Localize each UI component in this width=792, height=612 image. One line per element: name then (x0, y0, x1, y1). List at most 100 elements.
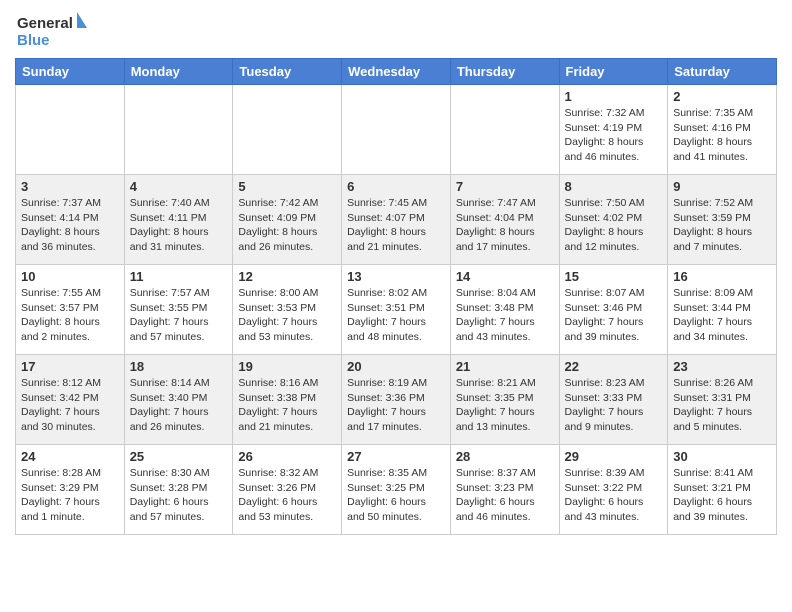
day-info: Sunrise: 7:50 AM Sunset: 4:02 PM Dayligh… (565, 196, 663, 255)
day-info: Sunrise: 7:45 AM Sunset: 4:07 PM Dayligh… (347, 196, 445, 255)
calendar-cell: 23 Sunrise: 8:26 AM Sunset: 3:31 PM Dayli… (668, 355, 777, 445)
day-info: Sunrise: 7:42 AM Sunset: 4:09 PM Dayligh… (238, 196, 336, 255)
logo: GeneralBlue (15, 10, 99, 50)
weekday-header-thursday: Thursday (450, 59, 559, 85)
day-info: Sunrise: 8:41 AM Sunset: 3:21 PM Dayligh… (673, 466, 771, 525)
calendar-cell: 28 Sunrise: 8:37 AM Sunset: 3:23 PM Dayli… (450, 445, 559, 535)
calendar-cell: 1Sunrise: 7:32 AM Sunset: 4:19 PM Daylig… (559, 85, 668, 175)
weekday-header-row: SundayMondayTuesdayWednesdayThursdayFrid… (16, 59, 777, 85)
calendar-cell: 30 Sunrise: 8:41 AM Sunset: 3:21 PM Dayli… (668, 445, 777, 535)
calendar-cell: 3 Sunrise: 7:37 AM Sunset: 4:14 PM Daylig… (16, 175, 125, 265)
calendar-cell: 24 Sunrise: 8:28 AM Sunset: 3:29 PM Dayli… (16, 445, 125, 535)
day-number: 16 (673, 269, 771, 284)
calendar-cell (450, 85, 559, 175)
day-info: Sunrise: 8:37 AM Sunset: 3:23 PM Dayligh… (456, 466, 554, 525)
day-number: 23 (673, 359, 771, 374)
day-info: Sunrise: 7:57 AM Sunset: 3:55 PM Dayligh… (130, 286, 228, 345)
day-number: 2 (673, 89, 771, 104)
week-row-3: 10Sunrise: 7:55 AM Sunset: 3:57 PM Dayli… (16, 265, 777, 355)
day-number: 17 (21, 359, 119, 374)
day-info: Sunrise: 8:26 AM Sunset: 3:31 PM Dayligh… (673, 376, 771, 435)
day-info: Sunrise: 8:30 AM Sunset: 3:28 PM Dayligh… (130, 466, 228, 525)
weekday-header-wednesday: Wednesday (342, 59, 451, 85)
day-number: 1 (565, 89, 663, 104)
calendar-cell (124, 85, 233, 175)
day-info: Sunrise: 8:07 AM Sunset: 3:46 PM Dayligh… (565, 286, 663, 345)
day-number: 3 (21, 179, 119, 194)
calendar-cell: 12Sunrise: 8:00 AM Sunset: 3:53 PM Dayli… (233, 265, 342, 355)
day-info: Sunrise: 8:19 AM Sunset: 3:36 PM Dayligh… (347, 376, 445, 435)
day-number: 11 (130, 269, 228, 284)
calendar-cell: 6 Sunrise: 7:45 AM Sunset: 4:07 PM Daylig… (342, 175, 451, 265)
calendar-cell: 19 Sunrise: 8:16 AM Sunset: 3:38 PM Dayli… (233, 355, 342, 445)
day-number: 13 (347, 269, 445, 284)
calendar-cell: 20 Sunrise: 8:19 AM Sunset: 3:36 PM Dayli… (342, 355, 451, 445)
calendar-cell: 21 Sunrise: 8:21 AM Sunset: 3:35 PM Dayli… (450, 355, 559, 445)
calendar-cell: 29 Sunrise: 8:39 AM Sunset: 3:22 PM Dayli… (559, 445, 668, 535)
calendar-cell: 15 Sunrise: 8:07 AM Sunset: 3:46 PM Dayli… (559, 265, 668, 355)
weekday-header-monday: Monday (124, 59, 233, 85)
day-info: Sunrise: 8:28 AM Sunset: 3:29 PM Dayligh… (21, 466, 119, 525)
day-number: 24 (21, 449, 119, 464)
day-number: 22 (565, 359, 663, 374)
day-info: Sunrise: 8:09 AM Sunset: 3:44 PM Dayligh… (673, 286, 771, 345)
day-number: 20 (347, 359, 445, 374)
week-row-2: 3 Sunrise: 7:37 AM Sunset: 4:14 PM Daylig… (16, 175, 777, 265)
weekday-header-friday: Friday (559, 59, 668, 85)
calendar-cell: 8Sunrise: 7:50 AM Sunset: 4:02 PM Daylig… (559, 175, 668, 265)
weekday-header-tuesday: Tuesday (233, 59, 342, 85)
day-info: Sunrise: 8:23 AM Sunset: 3:33 PM Dayligh… (565, 376, 663, 435)
day-info: Sunrise: 7:40 AM Sunset: 4:11 PM Dayligh… (130, 196, 228, 255)
day-info: Sunrise: 8:32 AM Sunset: 3:26 PM Dayligh… (238, 466, 336, 525)
calendar-cell: 25 Sunrise: 8:30 AM Sunset: 3:28 PM Dayli… (124, 445, 233, 535)
day-number: 30 (673, 449, 771, 464)
day-number: 5 (238, 179, 336, 194)
day-number: 28 (456, 449, 554, 464)
day-info: Sunrise: 7:47 AM Sunset: 4:04 PM Dayligh… (456, 196, 554, 255)
svg-text:Blue: Blue (17, 32, 50, 49)
calendar-cell: 10Sunrise: 7:55 AM Sunset: 3:57 PM Dayli… (16, 265, 125, 355)
day-number: 29 (565, 449, 663, 464)
calendar-cell: 22 Sunrise: 8:23 AM Sunset: 3:33 PM Dayli… (559, 355, 668, 445)
calendar-cell: 17 Sunrise: 8:12 AM Sunset: 3:42 PM Dayli… (16, 355, 125, 445)
day-number: 12 (238, 269, 336, 284)
day-info: Sunrise: 7:37 AM Sunset: 4:14 PM Dayligh… (21, 196, 119, 255)
weekday-header-saturday: Saturday (668, 59, 777, 85)
day-number: 14 (456, 269, 554, 284)
week-row-5: 24 Sunrise: 8:28 AM Sunset: 3:29 PM Dayli… (16, 445, 777, 535)
calendar-cell (342, 85, 451, 175)
calendar-cell (233, 85, 342, 175)
day-number: 19 (238, 359, 336, 374)
day-info: Sunrise: 7:55 AM Sunset: 3:57 PM Dayligh… (21, 286, 119, 345)
calendar-table: SundayMondayTuesdayWednesdayThursdayFrid… (15, 58, 777, 535)
week-row-1: 1Sunrise: 7:32 AM Sunset: 4:19 PM Daylig… (16, 85, 777, 175)
header: GeneralBlue (15, 10, 777, 50)
day-info: Sunrise: 8:02 AM Sunset: 3:51 PM Dayligh… (347, 286, 445, 345)
calendar-cell: 2 Sunrise: 7:35 AM Sunset: 4:16 PM Daylig… (668, 85, 777, 175)
day-info: Sunrise: 8:14 AM Sunset: 3:40 PM Dayligh… (130, 376, 228, 435)
calendar-cell: 26Sunrise: 8:32 AM Sunset: 3:26 PM Dayli… (233, 445, 342, 535)
day-number: 6 (347, 179, 445, 194)
day-number: 25 (130, 449, 228, 464)
calendar-cell: 4 Sunrise: 7:40 AM Sunset: 4:11 PM Daylig… (124, 175, 233, 265)
day-number: 4 (130, 179, 228, 194)
page-container: GeneralBlue SundayMondayTuesdayWednesday… (0, 0, 792, 545)
weekday-header-sunday: Sunday (16, 59, 125, 85)
day-info: Sunrise: 7:52 AM Sunset: 3:59 PM Dayligh… (673, 196, 771, 255)
day-number: 7 (456, 179, 554, 194)
day-info: Sunrise: 7:35 AM Sunset: 4:16 PM Dayligh… (673, 106, 771, 165)
day-number: 21 (456, 359, 554, 374)
day-number: 15 (565, 269, 663, 284)
calendar-cell: 14Sunrise: 8:04 AM Sunset: 3:48 PM Dayli… (450, 265, 559, 355)
calendar-cell: 27Sunrise: 8:35 AM Sunset: 3:25 PM Dayli… (342, 445, 451, 535)
calendar-cell: 16 Sunrise: 8:09 AM Sunset: 3:44 PM Dayli… (668, 265, 777, 355)
day-info: Sunrise: 8:39 AM Sunset: 3:22 PM Dayligh… (565, 466, 663, 525)
day-number: 18 (130, 359, 228, 374)
logo-icon: GeneralBlue (15, 10, 95, 50)
calendar-cell: 11 Sunrise: 7:57 AM Sunset: 3:55 PM Dayli… (124, 265, 233, 355)
day-info: Sunrise: 8:16 AM Sunset: 3:38 PM Dayligh… (238, 376, 336, 435)
day-info: Sunrise: 8:21 AM Sunset: 3:35 PM Dayligh… (456, 376, 554, 435)
calendar-cell: 5 Sunrise: 7:42 AM Sunset: 4:09 PM Daylig… (233, 175, 342, 265)
day-info: Sunrise: 8:12 AM Sunset: 3:42 PM Dayligh… (21, 376, 119, 435)
week-row-4: 17 Sunrise: 8:12 AM Sunset: 3:42 PM Dayli… (16, 355, 777, 445)
